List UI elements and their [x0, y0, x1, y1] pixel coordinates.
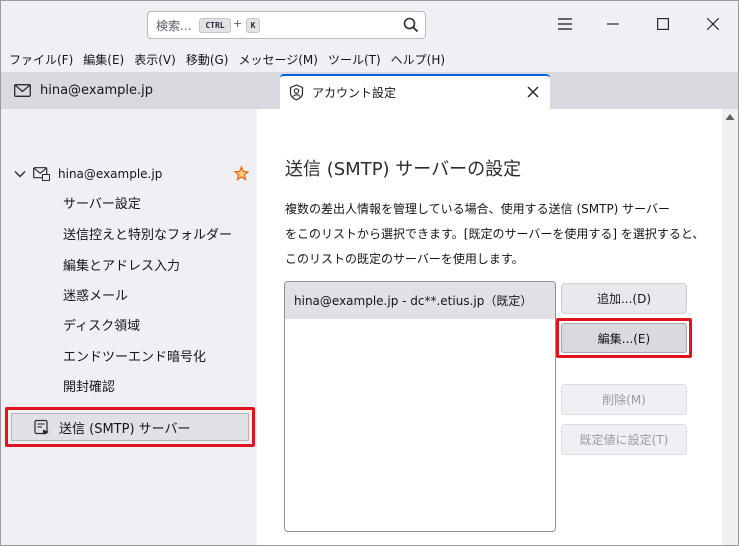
kbd-plus: + — [233, 17, 243, 30]
description-line-1: 複数の差出人情報を管理している場合、使用する送信 (SMTP) サーバー — [285, 202, 671, 216]
settings-panel: 送信 (SMTP) サーバーの設定 複数の差出人情報を管理している場合、使用する… — [257, 109, 722, 545]
smtp-server-list[interactable]: hina@example.jp - dc**.etius.jp（既定） — [284, 281, 556, 532]
sidebar-item-composition[interactable]: 編集とアドレス入力 — [63, 255, 180, 274]
title-bar: 検索... CTRL + K — [1, 1, 738, 47]
set-default-button[interactable]: 既定値に設定(T) — [561, 424, 687, 455]
description: 複数の差出人情報を管理している場合、使用する送信 (SMTP) サーバー をこの… — [285, 197, 715, 272]
edit-highlight-box: 編集...(E) — [556, 318, 692, 358]
close-icon — [707, 18, 719, 30]
account-settings-icon — [289, 84, 304, 101]
page-title: 送信 (SMTP) サーバーの設定 — [285, 159, 522, 180]
chevron-down-icon[interactable] — [13, 167, 27, 181]
sidebar-item-server-settings[interactable]: サーバー設定 — [63, 193, 141, 212]
app-menu-button[interactable] — [545, 7, 585, 41]
tab-mail[interactable]: hina@example.jp — [1, 72, 277, 109]
search-icon[interactable] — [403, 17, 419, 33]
sidebar-item-smtp[interactable]: 送信 (SMTP) サーバー — [11, 413, 249, 441]
app-window: 検索... CTRL + K ファイル(F) 編集(E) 表示(V) 移動(G)… — [0, 0, 739, 546]
kbd-ctrl: CTRL — [199, 18, 231, 33]
description-line-2: をこのリストから選択できます。[既定のサーバーを使用する] を選択すると、 — [285, 227, 705, 241]
sidebar-item-copies-folders[interactable]: 送信控えと特別なフォルダー — [63, 224, 232, 243]
scroll-up-icon[interactable] — [725, 113, 735, 121]
vertical-scrollbar[interactable] — [722, 109, 738, 545]
sidebar-account[interactable]: hina@example.jp — [13, 164, 249, 184]
menu-file[interactable]: ファイル(F) — [4, 51, 78, 68]
envelope-icon — [14, 84, 31, 97]
sidebar-account-label: hina@example.jp — [58, 167, 163, 181]
maximize-button[interactable] — [643, 7, 683, 41]
menu-go[interactable]: 移動(G) — [181, 51, 234, 68]
mail-account-icon — [33, 167, 50, 181]
tab-mail-label: hina@example.jp — [40, 83, 154, 98]
outgoing-server-icon — [34, 419, 49, 435]
menu-edit[interactable]: 編集(E) — [78, 51, 129, 68]
sidebar-item-e2e-encryption[interactable]: エンドツーエンド暗号化 — [63, 346, 206, 365]
menu-help[interactable]: ヘルプ(H) — [386, 51, 450, 68]
account-sidebar: hina@example.jp サーバー設定 送信控えと特別なフォルダー 編集と… — [1, 109, 257, 545]
hamburger-icon — [558, 18, 572, 30]
smtp-highlight-box: 送信 (SMTP) サーバー — [5, 407, 255, 447]
sidebar-item-return-receipts[interactable]: 開封確認 — [63, 376, 115, 395]
tab-settings-label: アカウント設定 — [312, 86, 397, 100]
menu-tools[interactable]: ツール(T) — [323, 51, 386, 68]
maximize-icon — [657, 18, 669, 30]
sidebar-item-smtp-label: 送信 (SMTP) サーバー — [59, 421, 191, 437]
search-input[interactable]: 検索... CTRL + K — [147, 11, 426, 39]
star-icon — [234, 166, 249, 181]
minimize-icon — [607, 23, 619, 25]
edit-button[interactable]: 編集...(E) — [561, 323, 687, 353]
menu-bar: ファイル(F) 編集(E) 表示(V) 移動(G) メッセージ(M) ツール(T… — [1, 47, 738, 71]
close-window-button[interactable] — [693, 7, 733, 41]
add-button[interactable]: 追加...(D) — [561, 283, 687, 314]
tab-bar: hina@example.jp アカウント設定 — [1, 72, 738, 109]
menu-message[interactable]: メッセージ(M) — [233, 51, 322, 68]
tab-account-settings[interactable]: アカウント設定 — [280, 74, 550, 109]
search-placeholder: 検索... — [156, 19, 192, 33]
list-item[interactable]: hina@example.jp - dc**.etius.jp（既定） — [285, 282, 555, 319]
sidebar-item-disk-space[interactable]: ディスク領域 — [63, 315, 140, 334]
kbd-k: K — [246, 18, 260, 33]
sidebar-item-junk[interactable]: 迷惑メール — [63, 285, 128, 304]
minimize-button[interactable] — [593, 7, 633, 41]
menu-view[interactable]: 表示(V) — [129, 51, 181, 68]
delete-button[interactable]: 削除(M) — [561, 384, 687, 415]
description-line-3: このリストの既定のサーバーを使用します。 — [285, 252, 524, 266]
close-tab-icon[interactable] — [525, 84, 541, 100]
